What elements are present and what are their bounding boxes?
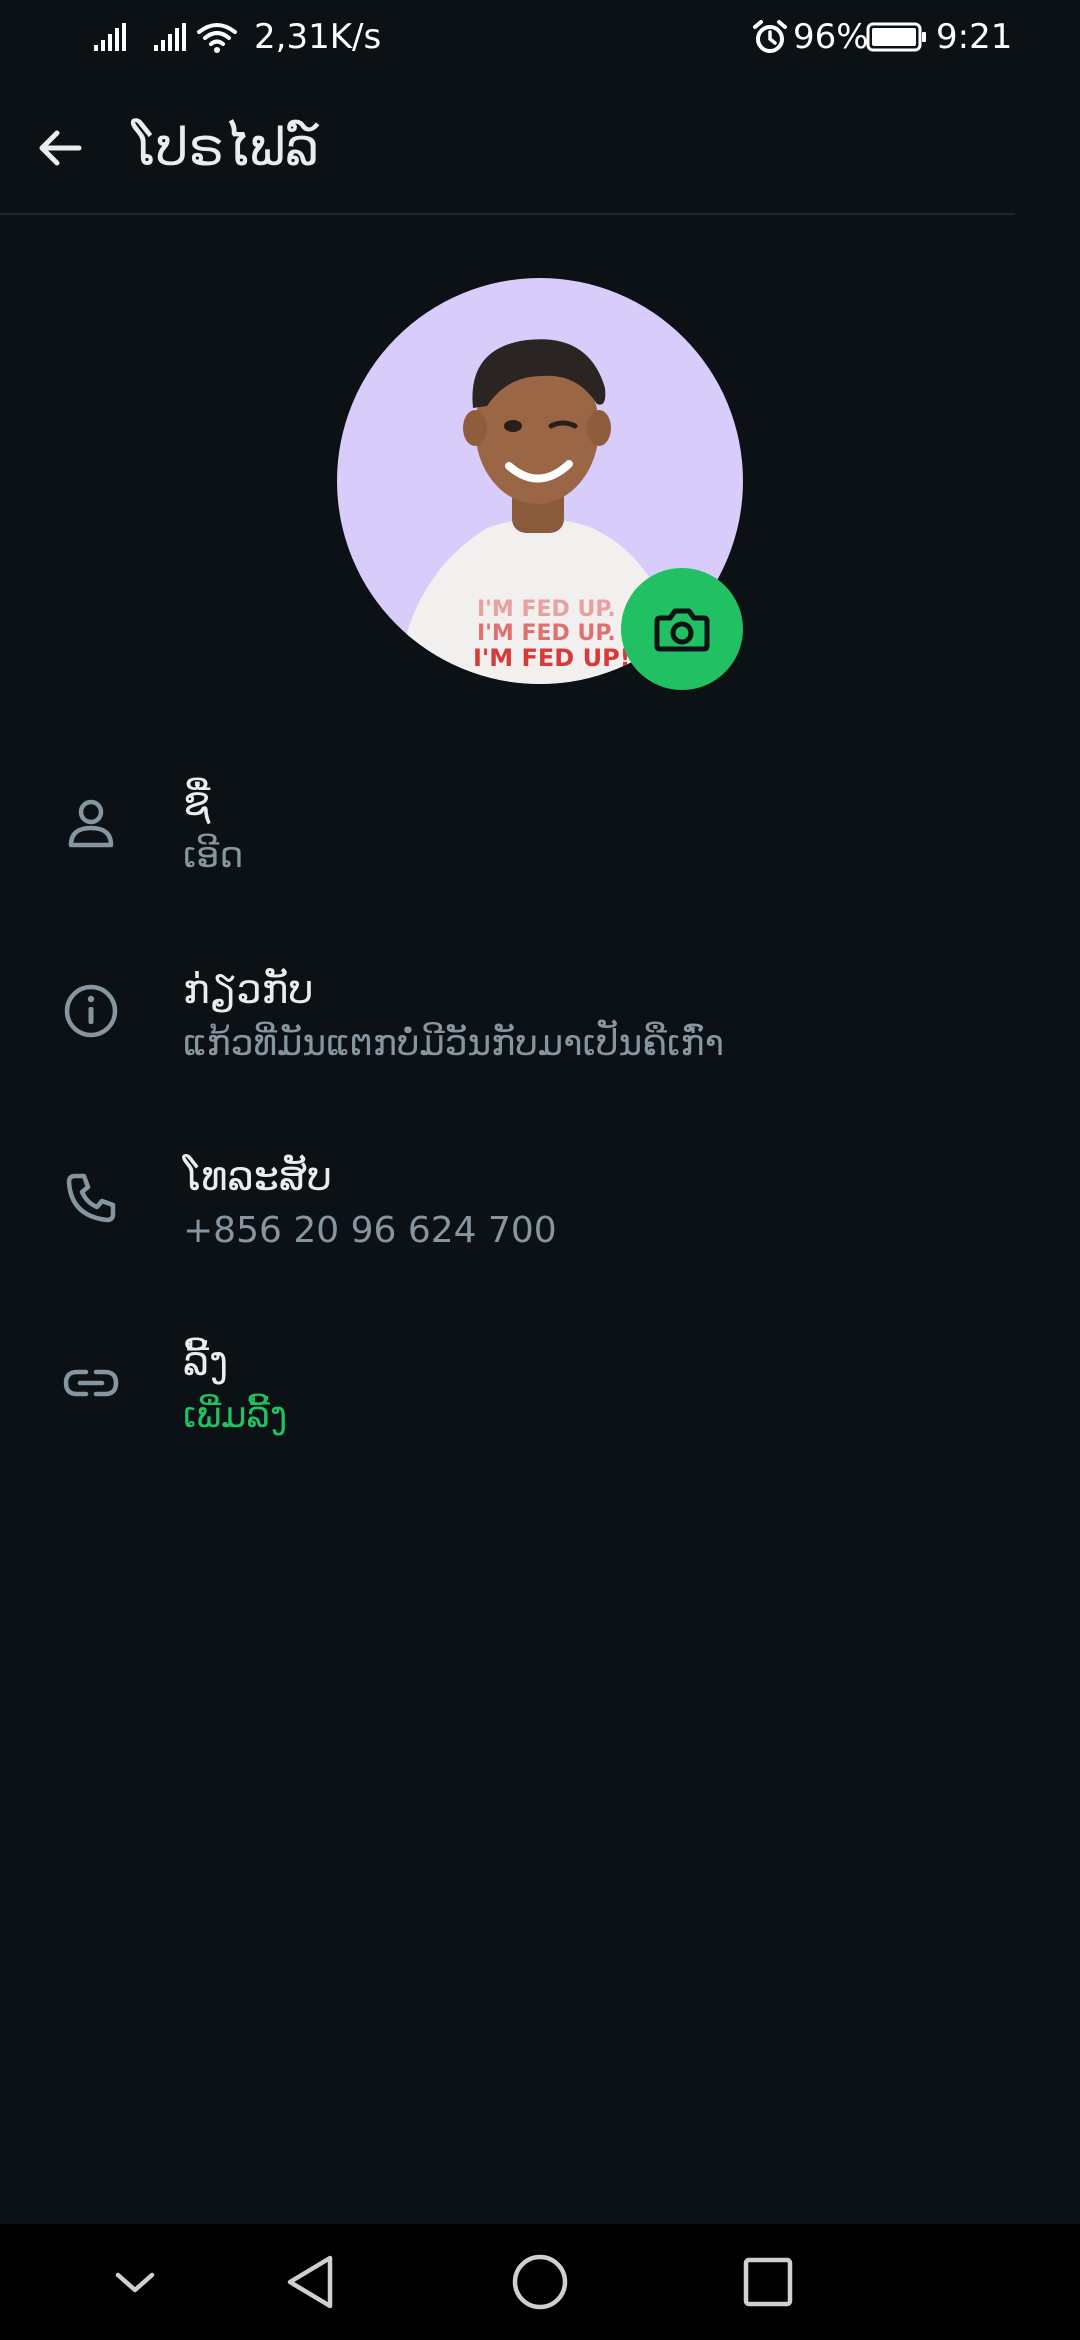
link-label: ລີ້ງ bbox=[183, 1339, 229, 1385]
clock: 9:21 bbox=[936, 17, 1013, 57]
change-photo-button[interactable] bbox=[621, 568, 743, 690]
link-row[interactable]: ລີ້ງ ເພີ່ມລີ້ງ bbox=[0, 1312, 1080, 1462]
back-triangle-icon bbox=[287, 2255, 333, 2309]
phone-value: +856 20 96 624 700 bbox=[183, 1210, 557, 1251]
nav-recents-button[interactable] bbox=[728, 2242, 808, 2322]
about-label: ກ່ຽວກັບ bbox=[183, 967, 314, 1013]
system-nav-bar bbox=[0, 2224, 1080, 2340]
nav-back-button[interactable] bbox=[270, 2242, 350, 2322]
app-bar: ໂປຣໄຟລ໌ bbox=[0, 74, 1080, 214]
battery-percent: 96% bbox=[793, 17, 869, 57]
phone-row[interactable]: ໂທລະສັບ +856 20 96 624 700 bbox=[0, 1127, 1080, 1277]
page-title: ໂປຣໄຟລ໌ bbox=[132, 118, 319, 178]
signal-icon bbox=[92, 14, 128, 60]
back-button[interactable] bbox=[28, 116, 92, 180]
camera-icon bbox=[654, 608, 710, 652]
signal-icon bbox=[152, 14, 188, 60]
info-icon bbox=[56, 976, 126, 1046]
about-row[interactable]: ກ່ຽວກັບ ແກ້ວທີ່ມັນແຕກບໍ່ມີວັນກັບມາເປັນຄື… bbox=[0, 940, 1080, 1090]
name-label: ຊື່ bbox=[183, 779, 211, 825]
svg-text:I'M FED UP.: I'M FED UP. bbox=[477, 597, 616, 622]
link-icon bbox=[56, 1348, 126, 1418]
name-value: ເອີດ bbox=[183, 835, 244, 876]
svg-text:I'M FED UP!: I'M FED UP! bbox=[473, 644, 631, 672]
network-speed: 2,31K/s bbox=[254, 17, 382, 57]
nav-collapse-button[interactable] bbox=[95, 2242, 175, 2322]
name-row[interactable]: ຊື່ ເອີດ bbox=[0, 752, 1080, 902]
person-icon bbox=[56, 788, 126, 858]
battery-icon bbox=[866, 14, 928, 60]
add-link-button[interactable]: ເພີ່ມລີ້ງ bbox=[183, 1390, 287, 1442]
phone-icon bbox=[56, 1163, 126, 1233]
home-circle-icon bbox=[512, 2254, 568, 2310]
status-bar: 2,31K/s 96% 9:21 bbox=[0, 0, 1080, 74]
alarm-icon bbox=[752, 14, 788, 60]
recents-square-icon bbox=[743, 2257, 793, 2307]
nav-home-button[interactable] bbox=[500, 2242, 580, 2322]
arrow-left-icon bbox=[39, 130, 82, 166]
svg-text:I'M FED UP.: I'M FED UP. bbox=[477, 621, 616, 646]
wifi-icon bbox=[196, 14, 238, 60]
about-value: ແກ້ວທີ່ມັນແຕກບໍ່ມີວັນກັບມາເປັນຄືເກົ່າ bbox=[183, 1023, 725, 1064]
phone-label: ໂທລະສັບ bbox=[183, 1154, 333, 1200]
profile-screen: 2,31K/s 96% 9:21 ໂປຣໄຟລ໌ I'M FED UP. I'M… bbox=[0, 0, 1080, 2340]
divider bbox=[0, 213, 1015, 215]
chevron-down-icon bbox=[115, 2272, 155, 2293]
